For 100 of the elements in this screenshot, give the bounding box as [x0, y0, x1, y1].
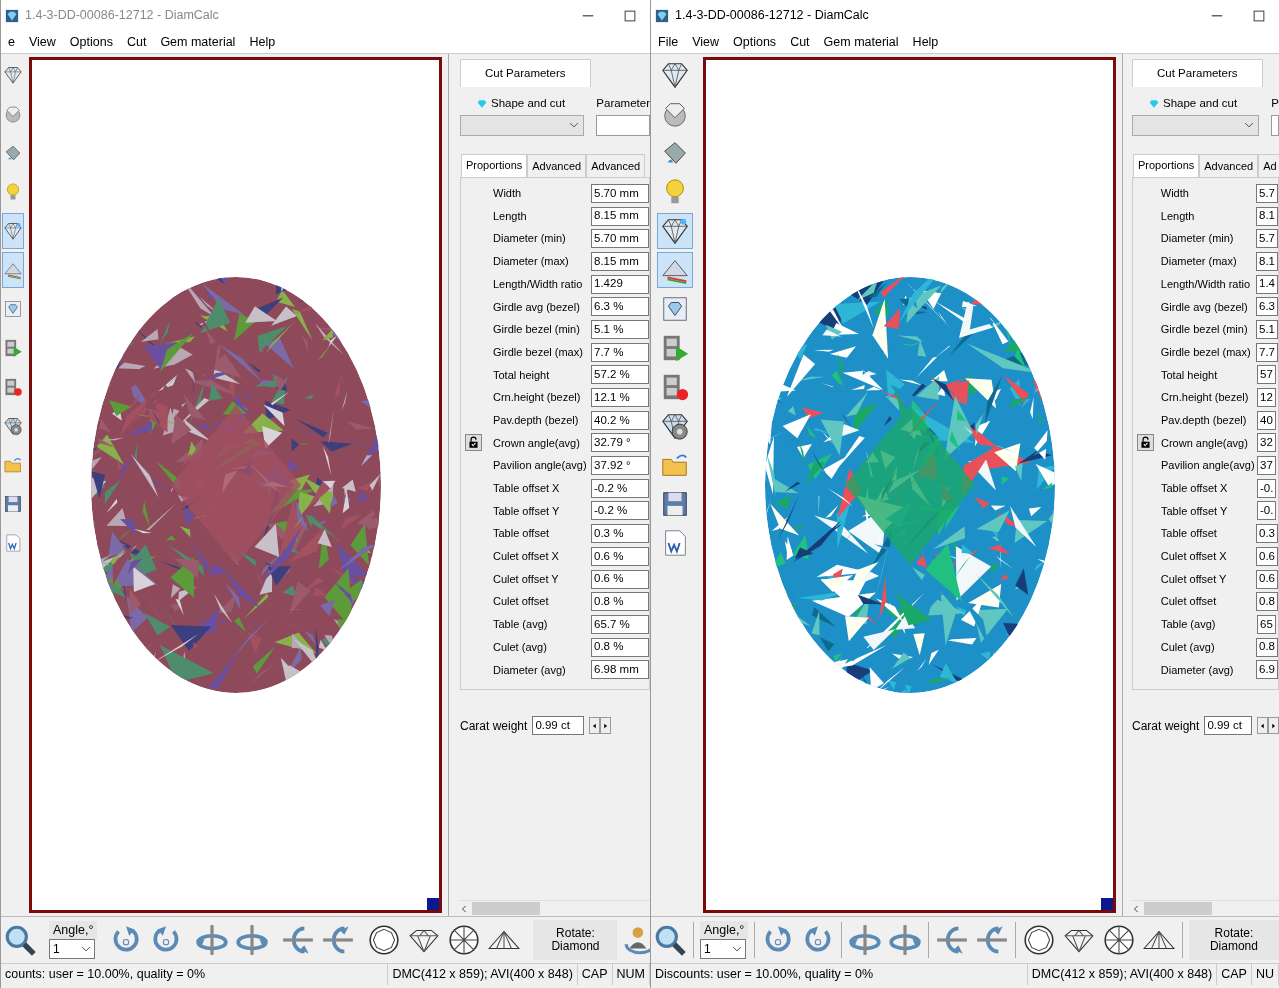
lock-button[interactable]: [465, 434, 482, 452]
parameter-field[interactable]: 5.1 %: [591, 319, 649, 339]
parameter-field[interactable]: -0.: [1257, 478, 1277, 498]
parameter-field[interactable]: 0.8 %: [591, 592, 649, 612]
parameter-field[interactable]: 6.3: [1256, 297, 1278, 317]
parameter-field[interactable]: 1.429: [591, 274, 649, 294]
toolbar-button[interactable]: [657, 213, 693, 249]
lock-button[interactable]: [1137, 434, 1154, 452]
tab[interactable]: Proportions: [1133, 153, 1200, 177]
carat-field[interactable]: 0.99 ct: [532, 716, 585, 736]
parameter-field[interactable]: 65.7 %: [591, 614, 649, 634]
parameter-field[interactable]: 8.15 mm: [591, 251, 649, 271]
menu-item[interactable]: Options: [726, 32, 784, 52]
spin-right-button[interactable]: [1268, 717, 1279, 735]
parameter-field[interactable]: 0.8: [1256, 592, 1278, 612]
menu-item[interactable]: View: [21, 32, 63, 52]
spin-left-button[interactable]: [195, 923, 230, 957]
parameter-field[interactable]: -0.: [1257, 501, 1277, 521]
right-arrow-icon: [603, 722, 609, 729]
gem-top-view-button[interactable]: [1022, 923, 1056, 957]
parameter-field[interactable]: 65: [1257, 614, 1276, 634]
maximize-icon[interactable]: [1253, 9, 1265, 22]
tab[interactable]: Advanced: [527, 153, 587, 177]
parameter-field[interactable]: -0.2 %: [591, 501, 649, 521]
parameter-field[interactable]: 6.98 mm: [591, 660, 649, 680]
parameter-field[interactable]: 0.6: [1256, 546, 1278, 566]
parameter-field[interactable]: 32.79 °: [591, 433, 649, 453]
tab[interactable]: Advanced: [1199, 153, 1259, 177]
menu-item[interactable]: Cut: [783, 32, 817, 52]
parameter-field[interactable]: -0.2 %: [591, 478, 649, 498]
parameter-field[interactable]: 8.1: [1256, 251, 1278, 271]
gem-top-view-button[interactable]: [367, 923, 402, 957]
menu-item[interactable]: Gem material: [816, 32, 906, 52]
search-button[interactable]: [3, 923, 37, 957]
shape-dropdown[interactable]: [460, 114, 585, 136]
tab[interactable]: Advanced: [586, 153, 646, 177]
angle-dropdown[interactable]: 1: [49, 939, 95, 960]
parameter-field[interactable]: 0.8: [1256, 637, 1278, 657]
gem-bottom-view-button[interactable]: [1102, 923, 1136, 957]
menu-item[interactable]: Cut: [119, 32, 154, 52]
parameter-field[interactable]: 5.7: [1256, 229, 1278, 249]
parameter-field[interactable]: 7.7 %: [591, 342, 649, 362]
parameter-label: Table offset Y: [1161, 503, 1229, 519]
menu-item[interactable]: e: [1, 32, 22, 52]
spin-left-button[interactable]: [848, 923, 883, 957]
parameter-field[interactable]: 32: [1257, 433, 1276, 453]
carat-field[interactable]: 0.99 ct: [1204, 716, 1252, 736]
parameter-field[interactable]: 7.7: [1256, 342, 1278, 362]
parameter-field[interactable]: 0.6 %: [591, 569, 649, 589]
parameter-field[interactable]: 1.4: [1256, 274, 1278, 294]
parameter-field[interactable]: 0.6 %: [591, 546, 649, 566]
spin-left-button[interactable]: [1257, 717, 1268, 735]
menu-item[interactable]: Help: [905, 32, 946, 52]
maximize-icon[interactable]: [624, 9, 636, 22]
parameter-field[interactable]: 37.92 °: [591, 456, 649, 476]
spin-right-button[interactable]: [600, 717, 612, 735]
toolbar-button[interactable]: [657, 252, 693, 288]
spin-right-button[interactable]: [888, 923, 923, 957]
menu-item[interactable]: View: [685, 32, 727, 52]
tab[interactable]: Proportions: [461, 153, 528, 177]
parameter-field[interactable]: 40.2 %: [591, 410, 649, 430]
parameter-field[interactable]: 57.2 %: [591, 365, 649, 385]
parameter-field[interactable]: 12.1 %: [591, 388, 649, 408]
spin-right-button[interactable]: [235, 923, 270, 957]
angle-dropdown[interactable]: 1: [699, 939, 746, 960]
parameter-label: Crown angle(avg): [1161, 435, 1249, 451]
parameter-field[interactable]: 0.8 %: [591, 637, 649, 657]
parameter-field[interactable]: 6.9: [1256, 660, 1278, 680]
horizontal-scrollbar[interactable]: [460, 900, 650, 916]
menu-item[interactable]: Help: [242, 32, 283, 52]
parameters-field[interactable]: [596, 114, 650, 136]
search-button[interactable]: [653, 923, 687, 957]
parameter-field[interactable]: 8.15 mm: [591, 206, 649, 226]
menu-item[interactable]: Options: [62, 32, 120, 52]
tab[interactable]: Ad: [1258, 153, 1279, 177]
menu-item[interactable]: File: [651, 32, 686, 52]
parameter-field[interactable]: 40: [1257, 410, 1276, 430]
menu-item[interactable]: Gem material: [153, 32, 243, 52]
panel-tab[interactable]: Cut Parameters: [460, 59, 591, 88]
parameter-field[interactable]: 8.1: [1256, 206, 1278, 226]
parameter-field[interactable]: 5.70 mm: [591, 229, 649, 249]
parameter-field[interactable]: 5.70 mm: [591, 183, 649, 203]
left-arrow-icon: [1260, 722, 1265, 729]
parameter-field[interactable]: 5.1: [1256, 319, 1278, 339]
spin-left-button[interactable]: [589, 717, 601, 735]
panel-tab[interactable]: Cut Parameters: [1132, 59, 1263, 88]
parameter-field[interactable]: 57: [1257, 365, 1276, 385]
parameter-field[interactable]: 0.6: [1256, 569, 1278, 589]
parameter-field[interactable]: 0.3: [1256, 524, 1278, 544]
parameters-field[interactable]: [1271, 114, 1279, 136]
parameter-field[interactable]: 5.7: [1256, 183, 1278, 203]
parameter-field[interactable]: 6.3 %: [591, 297, 649, 317]
parameter-field[interactable]: 12: [1257, 388, 1276, 408]
parameter-field[interactable]: 0.3 %: [591, 524, 649, 544]
left-arrow-icon: [592, 722, 598, 729]
shape-dropdown[interactable]: [1132, 114, 1260, 136]
parameter-field[interactable]: 37: [1257, 456, 1276, 476]
horizontal-scrollbar[interactable]: [1132, 900, 1279, 916]
gem-bottom-view-button[interactable]: [447, 923, 482, 957]
toolbar-button[interactable]: [2, 213, 24, 249]
